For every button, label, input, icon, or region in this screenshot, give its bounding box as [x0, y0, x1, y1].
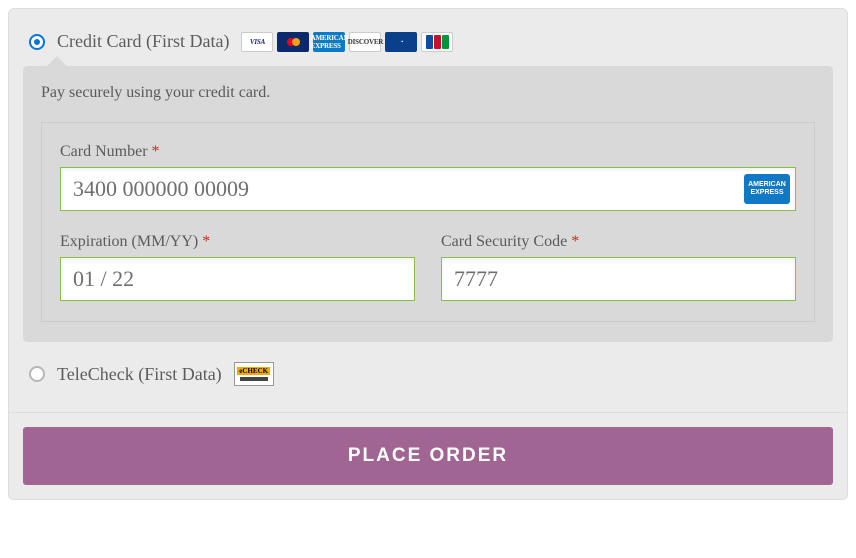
echeck-icon: eCHECK: [234, 362, 274, 386]
discover-icon: DISCOVER: [349, 32, 381, 52]
radio-telecheck[interactable]: [29, 366, 45, 382]
jcb-icon: [421, 32, 453, 52]
cvv-label: Card Security Code *: [441, 233, 796, 251]
option-telecheck-label: TeleCheck (First Data): [57, 364, 222, 385]
expiration-label: Expiration (MM/YY) *: [60, 233, 415, 251]
visa-icon: VISA: [241, 32, 273, 52]
accepted-card-badges: VISA AMERICANEXPRESS DISCOVER ◔: [241, 32, 453, 52]
cc-details-panel: Pay securely using your credit card. Car…: [23, 66, 833, 342]
card-number-input[interactable]: [60, 167, 796, 211]
payment-option-credit-card[interactable]: Credit Card (First Data) VISA AMERICANEX…: [23, 27, 833, 66]
mastercard-icon: [277, 32, 309, 52]
cvv-input[interactable]: [441, 257, 796, 301]
expiration-input[interactable]: [60, 257, 415, 301]
diners-icon: ◔: [385, 32, 417, 52]
payment-option-telecheck[interactable]: TeleCheck (First Data) eCHECK: [23, 342, 833, 394]
payment-methods-container: Credit Card (First Data) VISA AMERICANEX…: [8, 8, 848, 500]
amex-icon: AMERICANEXPRESS: [313, 32, 345, 52]
cc-fields-box: Card Number * AMERICANEXPRESS Expiration…: [41, 122, 815, 322]
option-cc-label: Credit Card (First Data): [57, 31, 229, 52]
place-order-button[interactable]: PLACE ORDER: [23, 427, 833, 485]
divider: [9, 412, 847, 413]
panel-intro-text: Pay securely using your credit card.: [41, 84, 815, 102]
card-number-label: Card Number *: [60, 143, 796, 161]
radio-credit-card[interactable]: [29, 34, 45, 50]
detected-brand-amex-icon: AMERICANEXPRESS: [744, 174, 790, 204]
